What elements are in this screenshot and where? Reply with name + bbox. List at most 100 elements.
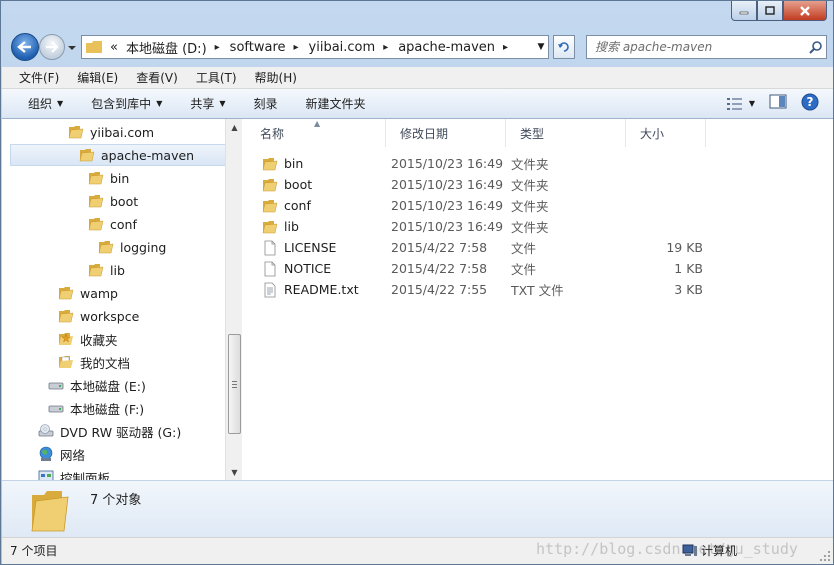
- tree-item[interactable]: yiibai.com: [68, 121, 154, 143]
- folder-icon: [262, 219, 284, 235]
- menu-tools[interactable]: 工具(T): [187, 69, 246, 86]
- file-name-cell: NOTICE: [246, 261, 391, 277]
- menu-edit[interactable]: 编辑(E): [68, 69, 127, 86]
- tree-item[interactable]: DVD RW 驱动器 (G:): [38, 420, 181, 442]
- search-icon[interactable]: [806, 40, 826, 54]
- file-row[interactable]: bin 2015/10/23 16:49 文件夹: [246, 153, 716, 174]
- share-button[interactable]: 共享 ▼: [180, 92, 235, 116]
- search-box: [586, 35, 827, 59]
- dvd-drive-icon: [38, 423, 60, 439]
- file-row[interactable]: NOTICE 2015/4/22 7:58 文件 1 KB: [246, 258, 716, 279]
- file-name: conf: [284, 198, 311, 213]
- command-bar: 组织 ▼ 包含到库中 ▼ 共享 ▼ 刻录 新建文件夹 ▼ ?: [2, 89, 833, 119]
- tree-item[interactable]: 收藏夹: [58, 328, 118, 350]
- file-name: boot: [284, 177, 313, 192]
- file-type: TXT 文件: [511, 283, 564, 298]
- file-name-cell: bin: [246, 156, 391, 172]
- scroll-down-arrow-icon[interactable]: ▼: [226, 464, 243, 480]
- help-button[interactable]: ?: [801, 93, 819, 114]
- column-header-type[interactable]: 类型: [506, 119, 626, 147]
- explorer-window: « 本地磁盘 (D:) ▸ software ▸ yiibai.com ▸ apache-m…: [0, 0, 834, 565]
- new-folder-button[interactable]: 新建文件夹: [296, 92, 376, 116]
- folder-icon: [86, 41, 102, 53]
- column-header-type-label: 类型: [520, 126, 545, 141]
- file-date: 2015/10/23 16:49: [391, 177, 504, 192]
- maximize-button[interactable]: [757, 1, 783, 21]
- preview-pane-button[interactable]: [769, 94, 787, 113]
- scroll-up-arrow-icon[interactable]: ▲: [226, 119, 243, 135]
- tree-item-label: lib: [110, 262, 125, 278]
- file-name: bin: [284, 156, 304, 171]
- breadcrumb-item[interactable]: apache-maven: [394, 40, 499, 55]
- file-type: 文件夹: [511, 199, 549, 214]
- folder-icon: [88, 216, 110, 232]
- close-button[interactable]: [783, 1, 827, 21]
- menu-bar: 文件(F) 编辑(E) 查看(V) 工具(T) 帮助(H): [2, 67, 833, 89]
- breadcrumb-arrow-icon[interactable]: ▸: [290, 42, 305, 53]
- address-dropdown[interactable]: ▼: [534, 42, 548, 52]
- organize-button[interactable]: 组织 ▼: [18, 92, 73, 116]
- folder-icon: [88, 262, 110, 278]
- tree-item[interactable]: 本地磁盘 (E:): [48, 374, 146, 396]
- breadcrumb-arrow-icon[interactable]: ▸: [499, 42, 514, 53]
- include-in-library-button[interactable]: 包含到库中 ▼: [81, 92, 172, 116]
- tree-item[interactable]: apache-maven: [10, 144, 226, 166]
- file-row[interactable]: lib 2015/10/23 16:49 文件夹: [246, 216, 716, 237]
- breadcrumb-item[interactable]: software: [226, 40, 290, 55]
- folder-icon: [58, 285, 80, 301]
- breadcrumb-overflow[interactable]: «: [106, 40, 122, 55]
- burn-button[interactable]: 刻录: [244, 92, 288, 116]
- minimize-button[interactable]: [731, 1, 757, 21]
- menu-file[interactable]: 文件(F): [10, 69, 68, 86]
- tree-item[interactable]: 本地磁盘 (F:): [48, 397, 144, 419]
- address-bar[interactable]: « 本地磁盘 (D:) ▸ software ▸ yiibai.com ▸ apache-m…: [81, 35, 549, 59]
- tree-item[interactable]: bin: [88, 167, 129, 189]
- file-type: 文件夹: [511, 220, 549, 235]
- tree-item[interactable]: 我的文档: [58, 351, 130, 373]
- menu-view[interactable]: 查看(V): [127, 69, 187, 86]
- details-pane: 7 个对象: [2, 480, 833, 537]
- file-row[interactable]: README.txt 2015/4/22 7:55 TXT 文件 3 KB: [246, 279, 716, 300]
- resize-grip-icon[interactable]: [819, 550, 831, 562]
- details-view-icon: [726, 97, 742, 110]
- file-icon: [262, 261, 284, 277]
- scrollbar-thumb[interactable]: [228, 334, 241, 434]
- column-header-date[interactable]: 修改日期: [386, 119, 506, 147]
- search-input[interactable]: [595, 40, 806, 54]
- column-header-size[interactable]: 大小: [626, 119, 706, 147]
- tree-item[interactable]: 控制面板: [38, 466, 110, 480]
- file-row[interactable]: LICENSE 2015/4/22 7:58 文件 19 KB: [246, 237, 716, 258]
- new-folder-label: 新建文件夹: [305, 97, 366, 111]
- file-date: 2015/4/22 7:58: [391, 240, 488, 255]
- forward-button[interactable]: [39, 34, 65, 60]
- tree-item[interactable]: workspce: [58, 305, 139, 327]
- tree-item[interactable]: lib: [88, 259, 125, 281]
- details-summary: 7 个对象: [90, 493, 142, 508]
- item-count: 7 个项目: [10, 544, 58, 558]
- recent-pages-dropdown[interactable]: [67, 41, 77, 55]
- menu-help[interactable]: 帮助(H): [246, 69, 306, 86]
- change-view-button[interactable]: ▼: [726, 97, 755, 111]
- back-button[interactable]: [11, 33, 39, 61]
- tree-item[interactable]: boot: [88, 190, 138, 212]
- refresh-button[interactable]: [553, 35, 575, 59]
- breadcrumb-item[interactable]: 本地磁盘 (D:): [122, 38, 211, 57]
- breadcrumb-item[interactable]: yiibai.com: [305, 40, 380, 55]
- file-type: 文件: [511, 241, 537, 256]
- file-row[interactable]: boot 2015/10/23 16:49 文件夹: [246, 174, 716, 195]
- tree-item[interactable]: logging: [98, 236, 166, 258]
- sort-ascending-icon: ▲: [314, 119, 321, 128]
- file-type: 文件: [511, 262, 537, 277]
- breadcrumb-arrow-icon[interactable]: ▸: [379, 42, 394, 53]
- file-row[interactable]: conf 2015/10/23 16:49 文件夹: [246, 195, 716, 216]
- column-header-date-label: 修改日期: [400, 126, 449, 141]
- burn-label: 刻录: [253, 97, 278, 111]
- column-header-name[interactable]: ▲ 名称: [246, 119, 386, 147]
- nav-pane-scrollbar[interactable]: ▲ ▼: [225, 119, 242, 480]
- tree-item[interactable]: conf: [88, 213, 137, 235]
- drive-icon: [48, 400, 70, 416]
- breadcrumb-arrow-icon[interactable]: ▸: [211, 42, 226, 53]
- tree-item[interactable]: wamp: [58, 282, 118, 304]
- tree-item[interactable]: 网络: [38, 443, 85, 465]
- file-date: 2015/4/22 7:58: [391, 261, 488, 276]
